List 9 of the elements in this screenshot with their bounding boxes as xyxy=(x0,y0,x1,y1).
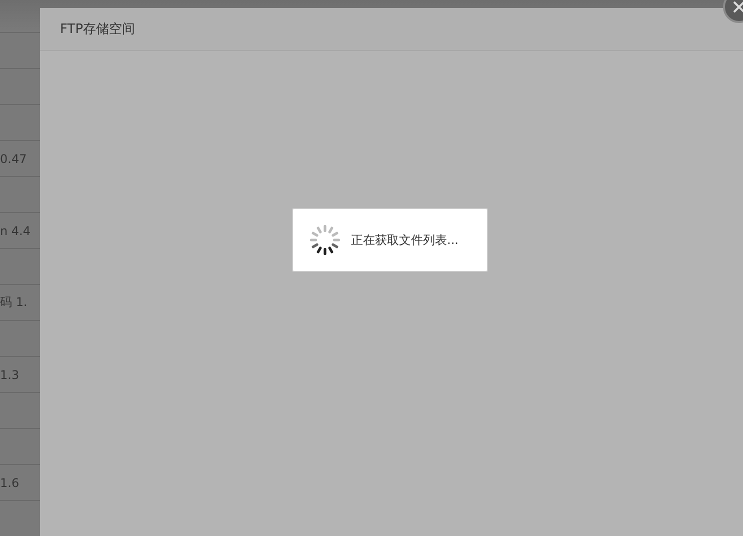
list-item-text: 1.6 xyxy=(0,476,20,490)
list-item-text: 1.3 xyxy=(0,368,20,382)
list-item-text: 0.47 xyxy=(0,152,27,166)
dialog-title: FTP存储空间 xyxy=(60,21,136,38)
loading-message: 正在获取文件列表... xyxy=(351,232,458,248)
list-item-text: n 4.4 xyxy=(0,224,31,238)
close-icon xyxy=(733,1,743,13)
list-item-text: 码 1. xyxy=(0,294,28,311)
loading-spinner-icon xyxy=(309,224,341,256)
